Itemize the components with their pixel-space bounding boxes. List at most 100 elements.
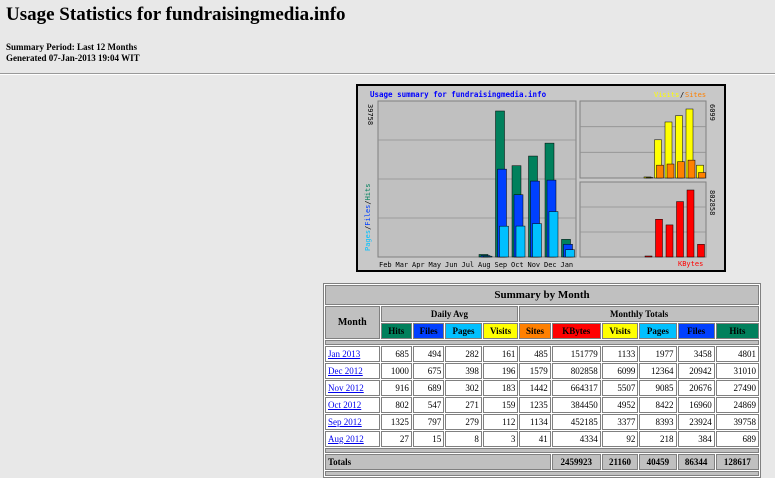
bar-sites — [699, 173, 706, 178]
bar-pages — [533, 224, 542, 257]
daily-avg-header: Daily Avg — [381, 306, 519, 322]
x-tick-label: Nov — [528, 261, 541, 269]
cell-d-hits: 27 — [381, 431, 412, 447]
totals-label: Totals — [325, 454, 551, 470]
cell-d-hits: 802 — [381, 397, 412, 413]
bar-sites — [667, 164, 674, 178]
cell-d-visits: 183 — [483, 380, 519, 396]
month-link[interactable]: Oct 2012 — [328, 400, 361, 410]
month-link[interactable]: Aug 2012 — [328, 434, 364, 444]
table-row: Nov 201291668930218314426643175507908520… — [325, 380, 759, 396]
cell-d-pages: 271 — [445, 397, 482, 413]
month-link[interactable]: Jan 2013 — [328, 349, 360, 359]
cell-sites: 1442 — [519, 380, 550, 396]
cell-sites: 41 — [519, 431, 550, 447]
x-tick-label: Apr — [412, 261, 425, 269]
table-row: Sep 201213257972791121134452185337783932… — [325, 414, 759, 430]
y-max-visits-label: 6099 — [708, 104, 716, 121]
y-axis-label: Pages/Files/Hits — [364, 184, 372, 251]
cell-files: 23924 — [678, 414, 715, 430]
cell-kbytes: 151779 — [552, 346, 601, 362]
col-header-daily-files: Files — [413, 323, 444, 339]
cell-hits: 39758 — [716, 414, 759, 430]
cell-visits: 5507 — [602, 380, 639, 396]
cell-d-hits: 916 — [381, 380, 412, 396]
usage-chart-svg: Usage summary for fundraisingmedia.infoV… — [358, 86, 724, 270]
cell-kbytes: 384450 — [552, 397, 601, 413]
cell-d-files: 689 — [413, 380, 444, 396]
cell-kbytes: 802858 — [552, 363, 601, 379]
bar-kbytes — [698, 244, 705, 257]
bar-kbytes — [656, 219, 663, 257]
cell-pages: 1977 — [639, 346, 676, 362]
bar-pages — [500, 226, 509, 257]
month-cell: Sep 2012 — [325, 414, 380, 430]
table-row: Jan 201368549428216148515177911331977345… — [325, 346, 759, 362]
cell-d-visits: 159 — [483, 397, 519, 413]
totals-row: Totals2459923211604045986344128617 — [325, 454, 759, 470]
cell-sites: 485 — [519, 346, 550, 362]
month-cell: Oct 2012 — [325, 397, 380, 413]
x-tick-label: Sep — [495, 261, 508, 269]
bar-kbytes — [687, 190, 694, 257]
bar-sites — [678, 162, 685, 178]
cell-visits: 6099 — [602, 363, 639, 379]
table-row: Aug 201227158341433492218384689 — [325, 431, 759, 447]
bar-sites — [657, 165, 664, 178]
y-max-kbytes-label: 802858 — [708, 190, 716, 215]
col-header-monthly-pages: Pages — [639, 323, 676, 339]
divider — [0, 73, 775, 75]
col-header-monthly-sites: Sites — [519, 323, 550, 339]
total-files: 86344 — [678, 454, 715, 470]
cell-d-visits: 3 — [483, 431, 519, 447]
month-link[interactable]: Nov 2012 — [328, 383, 364, 393]
summary-period: Summary Period: Last 12 Months — [6, 42, 137, 52]
cell-d-pages: 282 — [445, 346, 482, 362]
cell-pages: 218 — [639, 431, 676, 447]
legend-kbytes: KBytes — [678, 260, 703, 268]
month-link[interactable]: Sep 2012 — [328, 417, 362, 427]
summary-table: Summary by Month Month Daily Avg Monthly… — [323, 283, 761, 478]
month-cell: Aug 2012 — [325, 431, 380, 447]
cell-sites: 1579 — [519, 363, 550, 379]
x-tick-label: May — [429, 261, 442, 269]
x-tick-label: Jul — [462, 261, 475, 269]
cell-hits: 31010 — [716, 363, 759, 379]
bar-pages — [549, 212, 558, 257]
legend-sep: / — [680, 91, 684, 99]
col-header-monthly-kbytes: KBytes — [552, 323, 601, 339]
cell-d-visits: 161 — [483, 346, 519, 362]
month-link[interactable]: Dec 2012 — [328, 366, 363, 376]
cell-hits: 27490 — [716, 380, 759, 396]
cell-files: 20676 — [678, 380, 715, 396]
table-caption: Summary by Month — [325, 285, 759, 305]
cell-d-files: 547 — [413, 397, 444, 413]
generated-timestamp: Generated 07-Jan-2013 19:04 WIT — [6, 53, 140, 63]
cell-files: 3458 — [678, 346, 715, 362]
bar-kbytes — [677, 202, 684, 257]
monthly-totals-header: Monthly Totals — [519, 306, 759, 322]
cell-files: 384 — [678, 431, 715, 447]
cell-sites: 1134 — [519, 414, 550, 430]
table-row: Dec 201210006753981961579802858609912364… — [325, 363, 759, 379]
cell-visits: 92 — [602, 431, 639, 447]
cell-d-files: 494 — [413, 346, 444, 362]
cell-d-files: 15 — [413, 431, 444, 447]
total-hits: 128617 — [716, 454, 759, 470]
cell-pages: 9085 — [639, 380, 676, 396]
bar-pages — [483, 256, 492, 257]
month-cell: Dec 2012 — [325, 363, 380, 379]
cell-pages: 12364 — [639, 363, 676, 379]
cell-d-pages: 302 — [445, 380, 482, 396]
cell-sites: 1235 — [519, 397, 550, 413]
x-tick-label: Feb — [379, 261, 392, 269]
col-header-daily-pages: Pages — [445, 323, 482, 339]
x-tick-label: Mar — [396, 261, 409, 269]
cell-visits: 4952 — [602, 397, 639, 413]
cell-kbytes: 4334 — [552, 431, 601, 447]
cell-d-files: 797 — [413, 414, 444, 430]
legend-sites: Sites — [685, 91, 706, 99]
month-cell: Jan 2013 — [325, 346, 380, 362]
cell-pages: 8422 — [639, 397, 676, 413]
x-tick-label: Jan — [561, 261, 574, 269]
